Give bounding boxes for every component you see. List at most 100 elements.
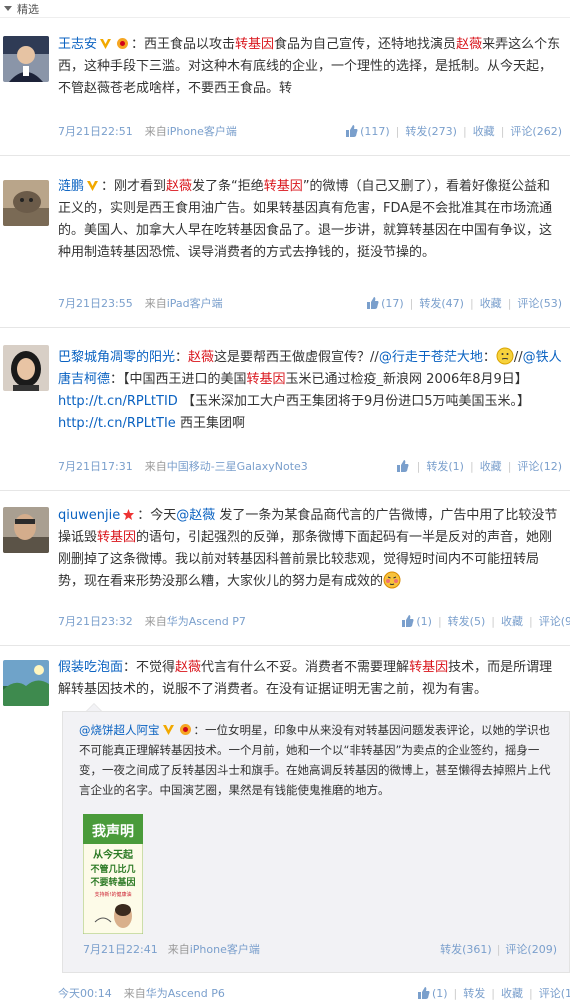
level-badge-icon (117, 38, 129, 49)
post-time[interactable]: 7月21日23:32 (58, 613, 133, 629)
repost-button[interactable]: 转发(1) (426, 458, 464, 474)
keyword-link[interactable]: 转基因 (264, 179, 303, 194)
favorite-button[interactable]: 收藏 (480, 295, 502, 311)
text-seg: ：不觉得 (123, 660, 176, 675)
keyword-link[interactable]: 赵薇 (456, 37, 482, 52)
favorite-button[interactable]: 收藏 (480, 458, 502, 474)
thumbs-up-icon (402, 614, 414, 627)
like-button[interactable]: (117) (345, 124, 390, 138)
post-source: 来自华为Ascend P7 (144, 615, 246, 628)
avatar[interactable] (3, 345, 49, 391)
username[interactable]: 王志安 (58, 37, 97, 52)
keyword-link[interactable]: 赵薇 (166, 179, 192, 194)
favorite-button[interactable]: 收藏 (501, 985, 523, 1000)
verified-v-icon (162, 725, 174, 735)
avatar[interactable] (3, 507, 49, 553)
repost-image[interactable]: 我声明 从今天起 不管几比几 不要转基因 支持新!的健康油 (83, 814, 143, 934)
favorite-button[interactable]: 收藏 (501, 613, 523, 629)
keyword-link[interactable]: 转基因 (409, 660, 448, 675)
like-button[interactable]: (1) (417, 986, 448, 1000)
favorite-button[interactable]: 收藏 (473, 123, 495, 139)
like-button[interactable]: (17) (366, 296, 404, 310)
post-meta: 7月21日23:32 来自华为Ascend P7 (1) | 转发(5) | 收藏 … (58, 613, 570, 629)
repost-time[interactable]: 7月21日22:41 (83, 941, 158, 957)
mention-link[interactable]: @行走于苍茫大地 (379, 350, 483, 365)
repost-text: @烧饼超人阿宝 ：一位女明星，印象中从来没有对转基因问题发表评论，以她的学识也不可… (79, 720, 559, 800)
thinking-emoji-icon (496, 347, 514, 365)
like-button[interactable]: (1) (401, 614, 432, 628)
image-small-text: 支持新!的健康油 (94, 891, 131, 898)
username[interactable]: 涟鹏 (58, 179, 84, 194)
text-seg: ： (482, 350, 496, 365)
text-seg: 【玉米深加工大户西王集团将于9月份进口5万吨美国玉米。】 (177, 394, 531, 409)
thumbs-up-icon (417, 986, 430, 999)
username[interactable]: 巴黎城角凋零的阳光 (58, 350, 175, 365)
collapse-triangle-icon[interactable] (4, 6, 12, 11)
thumbs-up-icon (396, 459, 409, 472)
keyword-link[interactable]: 赵薇 (188, 350, 214, 365)
text-seg: 这是要帮西王做虚假宣传？// (214, 350, 379, 365)
post-meta: 7月21日23:55 来自iPad客户端 (17) | 转发(47) | 收藏 | 评… (58, 295, 562, 311)
text-seg: ：刚才看到 (101, 179, 167, 194)
repost-username[interactable]: @烧饼超人阿宝 (79, 723, 160, 737)
comment-button[interactable]: 评论(12) (517, 458, 562, 474)
post-source: 来自中国移动-三星GalaxyNote3 (144, 460, 308, 473)
post-time[interactable]: 今天00:14 (58, 985, 112, 1000)
image-line: 不要转基因 (90, 876, 135, 888)
repost-button[interactable]: 转发(5) (448, 613, 486, 629)
repost-source: 来自iPhone客户端 (167, 943, 260, 956)
text-seg: 玉米已通过检疫_新浪网 2006年8月9日】 (285, 372, 528, 387)
featured-header: 精选 (0, 0, 570, 18)
repost-caret (86, 703, 102, 711)
blushing-emoji-icon (383, 571, 401, 589)
verified-v-icon (100, 39, 112, 49)
repost-button[interactable]: 转发 (463, 985, 485, 1000)
text-seg: ：西王食品以攻击 (131, 37, 236, 52)
username[interactable]: 假装吃泡面 (58, 660, 123, 675)
avatar[interactable] (3, 180, 49, 226)
username[interactable]: qiuwenjie (58, 508, 120, 523)
divider (0, 645, 570, 646)
keyword-link[interactable]: 转基因 (235, 37, 274, 52)
post-meta: 7月21日22:51 来自iPhone客户端 (117) | 转发(273) | 收… (58, 123, 562, 139)
post-source: 来自华为Ascend P6 (123, 987, 225, 1000)
post-text: qiuwenjie ：今天@赵薇 发了一条为某食品商代言的广告微博，广告中用了比较… (58, 505, 562, 593)
post-source: 来自iPhone客户端 (144, 125, 237, 138)
repost-button[interactable]: 转发(47) (419, 295, 464, 311)
like-button[interactable] (396, 459, 411, 473)
red-star-icon (123, 509, 135, 520)
avatar[interactable] (3, 660, 49, 706)
post-time[interactable]: 7月21日22:51 (58, 123, 133, 139)
text-seg: 西王集团啊 (175, 416, 245, 431)
mention-link[interactable]: @赵薇 (176, 508, 215, 523)
keyword-link[interactable]: 赵薇 (175, 660, 201, 675)
url-link[interactable]: http://t.cn/RPLtTID (58, 394, 178, 409)
keyword-link[interactable]: 转基因 (247, 372, 286, 387)
image-title: 我声明 (92, 823, 134, 840)
repost-comment-button[interactable]: 评论(209) (505, 943, 557, 956)
post-text: 假装吃泡面：不觉得赵薇代言有什么不妥。消费者不需要理解转基因技术，而是所谓理解转… (58, 657, 562, 701)
text-seg: // (513, 350, 523, 365)
comment-button[interactable]: 评论(9 (539, 613, 570, 629)
repost-button[interactable]: 转发(273) (405, 123, 457, 139)
url-link[interactable]: http://t.cn/RPLtTIe (58, 416, 176, 431)
repost-repost-button[interactable]: 转发(361) (440, 943, 492, 956)
verified-v-icon (87, 181, 99, 191)
avatar[interactable] (3, 36, 49, 82)
divider (0, 155, 570, 156)
featured-label: 精选 (17, 2, 39, 16)
post-text: 巴黎城角凋零的阳光：赵薇这是要帮西王做虚假宣传？//@行走于苍茫大地：//@铁人… (58, 347, 562, 435)
divider (0, 490, 570, 491)
comment-button[interactable]: 评论(1 (539, 985, 570, 1000)
comment-button[interactable]: 评论(262) (510, 123, 562, 139)
image-line: 不管几比几 (90, 863, 135, 875)
text-seg: 食品为自己宣传，还特地找演员 (274, 37, 457, 52)
text-seg: ：今天 (137, 508, 177, 523)
post-time[interactable]: 7月21日23:55 (58, 295, 133, 311)
comment-button[interactable]: 评论(53) (517, 295, 562, 311)
keyword-link[interactable]: 转基因 (97, 530, 136, 545)
post-meta: 今天00:14 来自华为Ascend P6 (1) | 转发 | 收藏 | 评论(1 (58, 985, 570, 1000)
post-time[interactable]: 7月21日17:31 (58, 458, 133, 474)
post-text: 王志安 ：西王食品以攻击转基因食品为自己宣传，还特地找演员赵薇来弄这么个东西，这种… (58, 34, 562, 100)
post-meta: 7月21日17:31 来自中国移动-三星GalaxyNote3 | 转发(1) |… (58, 458, 562, 474)
